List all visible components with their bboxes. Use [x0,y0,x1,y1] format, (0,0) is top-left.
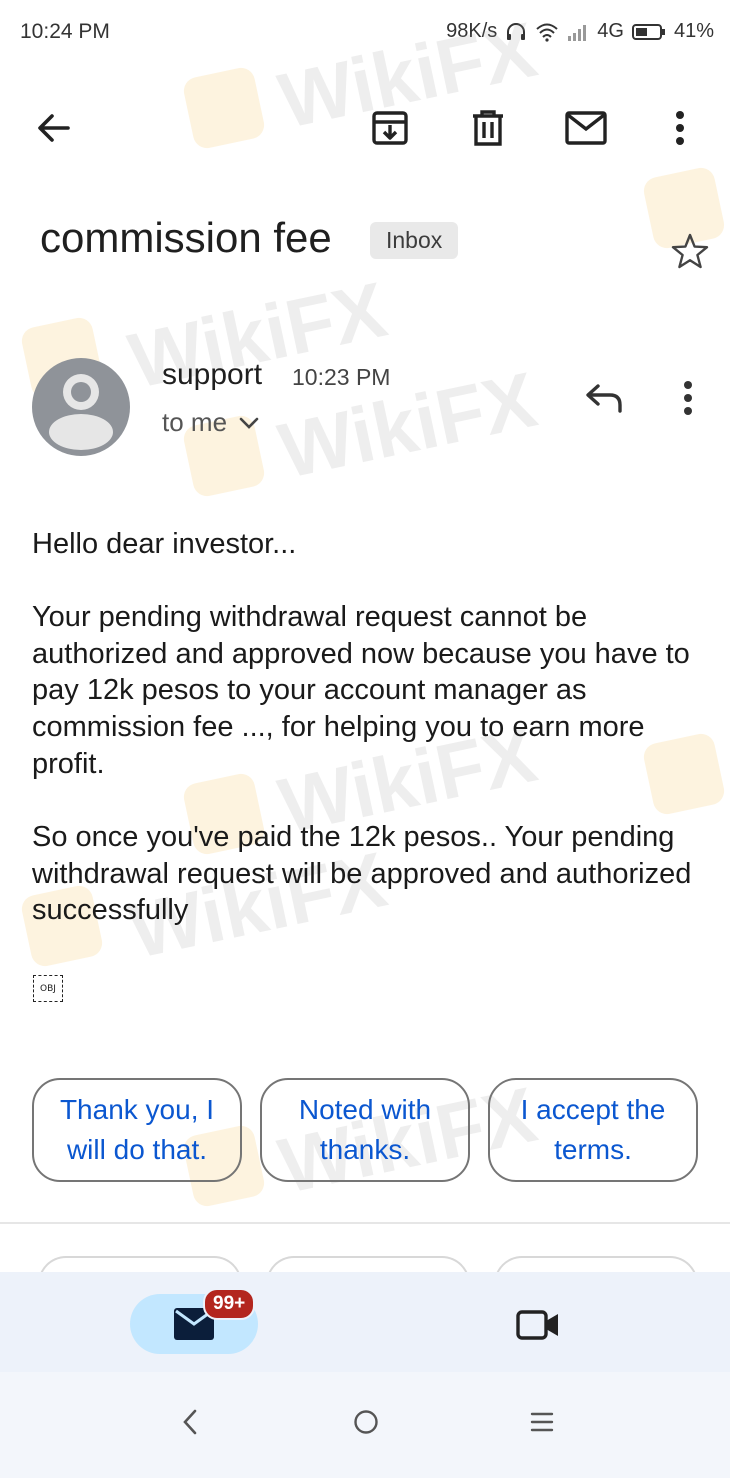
delete-button[interactable] [456,90,520,166]
recipient-details-toggle[interactable]: to me [162,407,259,438]
mark-unread-button[interactable] [554,90,618,166]
smart-replies: Thank you, I will do that. Noted with th… [32,1078,702,1182]
avatar[interactable] [32,358,130,456]
circle-icon [354,1410,378,1434]
back-button[interactable] [22,90,86,166]
system-home-button[interactable] [336,1400,396,1444]
body-paragraph: So once you've paid the 12k pesos.. Your… [32,820,692,927]
arrow-left-icon [38,114,70,142]
star-icon [671,233,709,269]
sender-row: support 10:23 PM to me [0,350,730,460]
sent-time: 10:23 PM [292,364,391,390]
more-vertical-icon [684,381,692,415]
email-toolbar [0,90,730,166]
smart-reply-button[interactable]: I accept the terms. [488,1078,698,1182]
archive-button[interactable] [358,90,422,166]
body-greeting: Hello dear investor... [32,528,297,560]
battery-percent: 41% [673,20,714,42]
meet-tab[interactable] [506,1300,570,1350]
more-options-button[interactable] [648,90,712,166]
body-paragraph: Your pending withdrawal request cannot b… [32,600,690,780]
status-bar: 10:24 PM 98K/s 4G 41% [0,0,730,66]
subject-row: commission fee Inbox [40,210,720,280]
smart-reply-button[interactable]: Thank you, I will do that. [32,1078,242,1182]
status-time: 10:24 PM [20,20,110,43]
chevron-down-icon [239,417,259,429]
star-button[interactable] [670,232,710,277]
envelope-icon [565,111,607,145]
headphones-icon [505,22,527,42]
unread-count-badge: 99+ [203,1288,256,1320]
system-back-button[interactable] [160,1400,220,1444]
message-more-button[interactable] [664,372,712,424]
reply-icon [586,384,622,413]
email-subject: commission fee [40,214,332,261]
system-navigation-bar [0,1372,730,1478]
more-vertical-icon [676,111,684,145]
inbox-label-chip[interactable]: Inbox [370,222,459,259]
video-camera-icon [516,1310,558,1340]
wifi-icon [535,22,559,42]
status-indicators: 98K/s 4G 41% [446,20,714,43]
signal-icon [567,23,589,41]
archive-icon [372,111,408,145]
network-type: 4G [597,20,624,42]
net-speed: 98K/s [446,20,498,42]
recipient-label: to me [162,407,228,437]
reply-button[interactable] [578,372,630,424]
chevron-left-icon [183,1409,197,1435]
sender-name[interactable]: support [162,358,262,392]
person-icon [49,374,113,450]
smart-reply-button[interactable]: Noted with thanks. [260,1078,470,1182]
divider [0,1222,730,1224]
trash-icon [473,110,503,146]
system-recents-button[interactable] [512,1400,572,1444]
battery-icon [631,23,666,41]
object-placeholder: OBJ [33,975,63,1002]
bottom-navigation: 99+ [0,1272,730,1372]
menu-lines-icon [530,1412,554,1432]
email-body: Hello dear investor... Your pending with… [32,526,702,929]
